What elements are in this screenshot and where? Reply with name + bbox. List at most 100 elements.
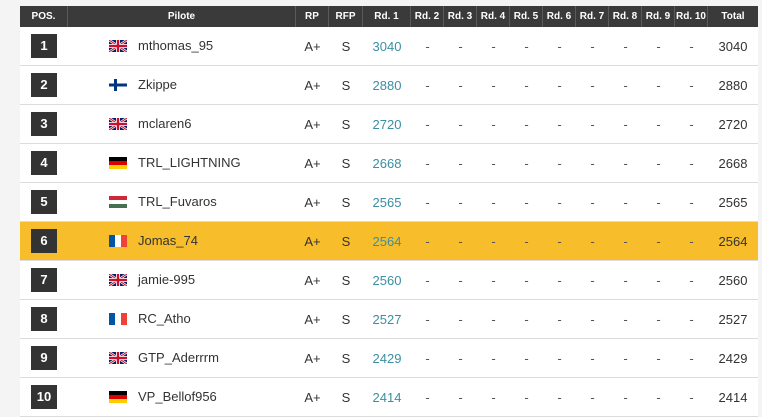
position-badge: 7 xyxy=(31,268,57,292)
pilot-cell: mthomas_95 xyxy=(68,27,296,66)
pilot-name[interactable]: TRL_Fuvaros xyxy=(138,194,217,209)
rp-cell: A+ xyxy=(296,183,329,222)
pilot-name[interactable]: GTP_Aderrrm xyxy=(138,350,219,365)
uk-flag-icon xyxy=(108,351,128,365)
table-row[interactable]: 5 TRL_Fuvaros A+ S 2565- - - - - - - - -2565 xyxy=(20,183,758,222)
rd1-points[interactable]: 2527 xyxy=(363,300,411,339)
rd2-points: - xyxy=(411,378,444,417)
rfp-cell: S xyxy=(329,378,363,417)
header-rp[interactable]: RP xyxy=(296,6,329,27)
rd10-points: - xyxy=(675,144,708,183)
rd9-points: - xyxy=(642,222,675,261)
pilot-cell: VP_Bellof956 xyxy=(68,378,296,417)
pilot-name[interactable]: mthomas_95 xyxy=(138,38,213,53)
rd4-points: - xyxy=(477,66,510,105)
table-row[interactable]: 7 jamie-995 A+ S 2560- - - - - - - - -2560 xyxy=(20,261,758,300)
rd1-points[interactable]: 2880 xyxy=(363,66,411,105)
pilot-name[interactable]: VP_Bellof956 xyxy=(138,389,217,404)
rd2-points: - xyxy=(411,261,444,300)
rd2-points: - xyxy=(411,300,444,339)
rd8-points: - xyxy=(609,300,642,339)
total-points: 2527 xyxy=(708,300,758,339)
total-points: 2668 xyxy=(708,144,758,183)
rd1-points[interactable]: 2564 xyxy=(363,222,411,261)
pilot-name[interactable]: RC_Atho xyxy=(138,311,191,326)
header-rd4[interactable]: Rd. 4 xyxy=(477,6,510,27)
rfp-cell: S xyxy=(329,339,363,378)
header-rd7[interactable]: Rd. 7 xyxy=(576,6,609,27)
rd10-points: - xyxy=(675,261,708,300)
rd2-points: - xyxy=(411,27,444,66)
rd5-points: - xyxy=(510,378,543,417)
header-rd10[interactable]: Rd. 10 xyxy=(675,6,708,27)
rd5-points: - xyxy=(510,261,543,300)
rp-cell: A+ xyxy=(296,27,329,66)
pos-cell: 8 xyxy=(20,300,68,339)
rd3-points: - xyxy=(444,144,477,183)
finland-flag-icon xyxy=(109,79,127,91)
uk-flag-icon xyxy=(108,273,128,287)
rd4-points: - xyxy=(477,222,510,261)
rd2-points: - xyxy=(411,66,444,105)
rd8-points: - xyxy=(609,105,642,144)
rd1-points[interactable]: 2565 xyxy=(363,183,411,222)
pilot-name[interactable]: TRL_LIGHTNING xyxy=(138,155,241,170)
header-rd3[interactable]: Rd. 3 xyxy=(444,6,477,27)
pilot-name[interactable]: mclaren6 xyxy=(138,116,191,131)
rd6-points: - xyxy=(543,378,576,417)
table-row[interactable]: 10 VP_Bellof956 A+ S 2414- - - - - - - - -2414 xyxy=(20,378,758,417)
rd10-points: - xyxy=(675,183,708,222)
header-rd1[interactable]: Rd. 1 xyxy=(363,6,411,27)
header-rd8[interactable]: Rd. 8 xyxy=(609,6,642,27)
pilot-cell: mclaren6 xyxy=(68,105,296,144)
rd9-points: - xyxy=(642,300,675,339)
pilot-name[interactable]: Jomas_74 xyxy=(138,233,198,248)
header-rd9[interactable]: Rd. 9 xyxy=(642,6,675,27)
rd8-points: - xyxy=(609,144,642,183)
pilot-name[interactable]: jamie-995 xyxy=(138,272,195,287)
table-row[interactable]: 9 GTP_Aderrrm A+ S 2429- - - - - - - - -2429 xyxy=(20,339,758,378)
pos-cell: 10 xyxy=(20,378,68,417)
position-badge: 5 xyxy=(31,190,57,214)
header-total[interactable]: Total xyxy=(708,6,758,27)
header-rfp[interactable]: RFP xyxy=(329,6,363,27)
rd1-points[interactable]: 2720 xyxy=(363,105,411,144)
table-row[interactable]: 6 Jomas_74 A+ S 2564- - - - - - - - -2564 xyxy=(20,222,758,261)
rd4-points: - xyxy=(477,300,510,339)
table-row[interactable]: 4 TRL_LIGHTNING A+ S 2668- - - - - - - - -2668 xyxy=(20,144,758,183)
rd3-points: - xyxy=(444,261,477,300)
rd5-points: - xyxy=(510,183,543,222)
rd3-points: - xyxy=(444,222,477,261)
rp-cell: A+ xyxy=(296,300,329,339)
rp-cell: A+ xyxy=(296,378,329,417)
rd4-points: - xyxy=(477,183,510,222)
pilot-cell: RC_Atho xyxy=(68,300,296,339)
header-rd6[interactable]: Rd. 6 xyxy=(543,6,576,27)
rfp-cell: S xyxy=(329,222,363,261)
standings-table: POS. Pilote RP RFP Rd. 1 Rd. 2 Rd. 3 Rd.… xyxy=(20,6,758,417)
rd1-points[interactable]: 2429 xyxy=(363,339,411,378)
pilot-name[interactable]: Zkippe xyxy=(138,77,177,92)
rd1-points[interactable]: 3040 xyxy=(363,27,411,66)
rd1-points[interactable]: 2668 xyxy=(363,144,411,183)
rd1-points[interactable]: 2560 xyxy=(363,261,411,300)
rd7-points: - xyxy=(576,144,609,183)
rd6-points: - xyxy=(543,66,576,105)
table-row[interactable]: 3 mclaren6 A+ S 2720- - - - - - - - -2720 xyxy=(20,105,758,144)
rd7-points: - xyxy=(576,27,609,66)
header-rd5[interactable]: Rd. 5 xyxy=(510,6,543,27)
position-badge: 1 xyxy=(31,34,57,58)
table-row[interactable]: 8 RC_Atho A+ S 2527- - - - - - - - -2527 xyxy=(20,300,758,339)
header-rd2[interactable]: Rd. 2 xyxy=(411,6,444,27)
rd1-points[interactable]: 2414 xyxy=(363,378,411,417)
rd10-points: - xyxy=(675,66,708,105)
table-row[interactable]: 1 mthomas_95 A+ S 3040- - - - - - - - -3040 xyxy=(20,27,758,66)
pilot-cell: jamie-995 xyxy=(68,261,296,300)
rd7-points: - xyxy=(576,378,609,417)
germany-flag-icon xyxy=(109,391,127,403)
total-points: 2560 xyxy=(708,261,758,300)
table-row[interactable]: 2 Zkippe A+ S 2880- - - - - - - - -2880 xyxy=(20,66,758,105)
header-pos[interactable]: POS. xyxy=(20,6,68,27)
header-pilot[interactable]: Pilote xyxy=(68,6,296,27)
rd4-points: - xyxy=(477,261,510,300)
